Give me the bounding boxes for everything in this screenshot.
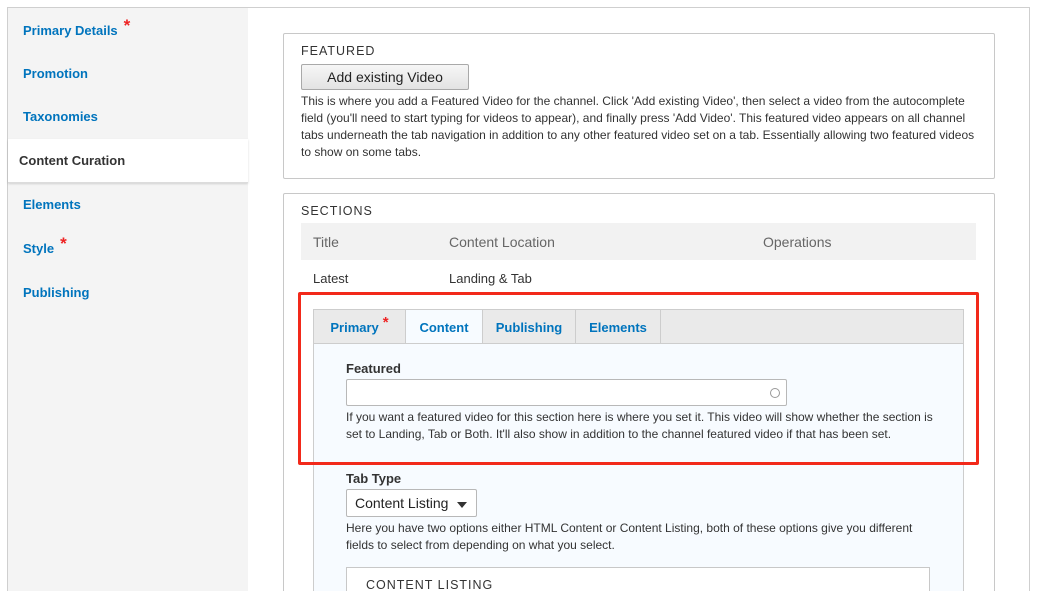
vertical-tabs-sidebar: Primary Details * Promotion Taxonomies C… [8, 8, 248, 591]
tab-type-label: Tab Type [346, 471, 402, 486]
table-row[interactable]: Latest Landing & Tab [301, 261, 976, 295]
required-marker: * [60, 234, 67, 253]
sidebar-item-label: Elements [23, 196, 81, 212]
tab-type-selected-value: Content Listing [355, 495, 449, 511]
tab-publishing[interactable]: Publishing [483, 310, 576, 344]
sidebar-item-primary-details[interactable]: Primary Details * [8, 8, 248, 52]
tab-elements[interactable]: Elements [576, 310, 661, 344]
add-existing-video-button[interactable]: Add existing Video [301, 64, 469, 90]
column-header-content-location: Content Location [449, 234, 555, 250]
sidebar-item-label: Primary Details [23, 22, 118, 38]
tab-label: Publishing [495, 319, 563, 335]
tab-label: Elements [589, 319, 647, 335]
sidebar-item-taxonomies[interactable]: Taxonomies [8, 94, 248, 138]
row-content-location: Landing & Tab [449, 271, 532, 286]
sidebar-item-elements[interactable]: Elements [8, 182, 248, 226]
row-title: Latest [313, 271, 349, 286]
tab-content[interactable]: Content [406, 310, 483, 345]
content-listing-legend: CONTENT LISTING [366, 578, 494, 591]
sidebar-item-label: Content Curation [19, 153, 126, 168]
featured-field-description: If you want a featured video for this se… [346, 410, 933, 441]
featured-field-label: Featured [346, 361, 401, 376]
sidebar-item-style[interactable]: Style * [8, 226, 248, 270]
chevron-down-icon [457, 502, 467, 508]
tab-label: Primary [330, 319, 379, 335]
sidebar-item-promotion[interactable]: Promotion [8, 51, 248, 95]
tab-type-select[interactable]: Content Listing [346, 489, 477, 517]
required-marker: * [123, 16, 131, 35]
featured-legend: FEATURED [301, 44, 376, 58]
sidebar-item-label: Promotion [23, 65, 88, 81]
autocomplete-throbber-icon [770, 388, 780, 398]
column-header-title: Title [313, 234, 339, 250]
tab-type-description: Here you have two options either HTML Co… [346, 521, 913, 552]
sidebar-item-label: Style [23, 240, 55, 256]
featured-autocomplete-input[interactable] [346, 379, 787, 406]
sidebar-item-label: Publishing [23, 284, 90, 300]
required-marker: * [382, 313, 389, 331]
tab-primary[interactable]: Primary * [314, 310, 406, 344]
column-header-operations: Operations [763, 234, 832, 250]
featured-description: This is where you add a Featured Video f… [301, 94, 975, 159]
sidebar-item-label: Taxonomies [23, 108, 98, 124]
sidebar-item-publishing[interactable]: Publishing [8, 270, 248, 314]
section-tabs: Primary * Content Publishing Elements [313, 309, 964, 345]
sections-table-header: Title Content Location Operations [301, 223, 976, 260]
tab-label: Content [419, 320, 469, 335]
sidebar-item-content-curation[interactable]: Content Curation [8, 139, 248, 183]
sections-legend: SECTIONS [301, 204, 373, 218]
